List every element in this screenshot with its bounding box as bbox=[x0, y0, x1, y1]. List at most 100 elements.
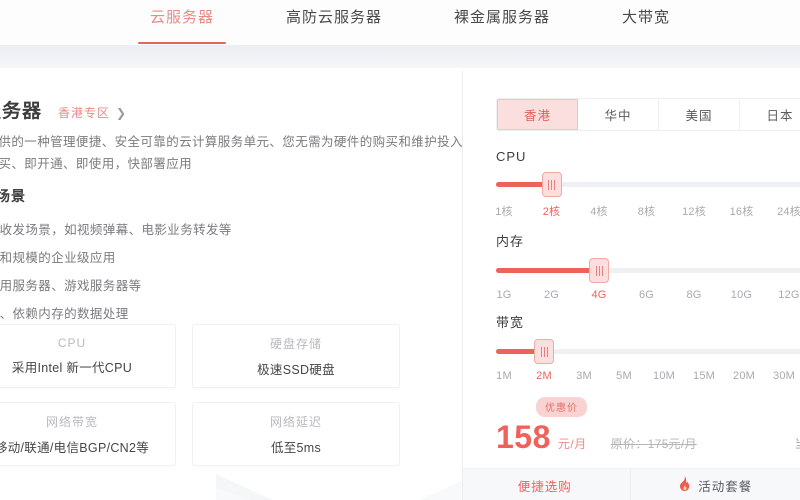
nav-tab-large-bandwidth[interactable]: 大带宽 bbox=[622, 6, 670, 39]
region-selector: 香港 华中 美国 日本 bbox=[496, 98, 800, 131]
scene-list: 高网络包收发场景，如视频弹幕、电影业务转发等 各种类型和规模的企业级应用 网站和… bbox=[0, 216, 462, 328]
memory-slider[interactable] bbox=[496, 258, 800, 283]
zone-link-label: 香港专区 bbox=[58, 106, 111, 120]
chevron-right-icon: ❯ bbox=[116, 105, 128, 120]
slider-fill bbox=[496, 268, 599, 273]
cpu-tick[interactable]: 12核 bbox=[682, 203, 706, 219]
bandwidth-tick[interactable]: 20M bbox=[733, 370, 755, 382]
cpu-tick[interactable]: 2核 bbox=[543, 203, 561, 219]
nav-tab-cloud-server[interactable]: 云服务器 bbox=[138, 6, 226, 44]
price-unit: 元/月 bbox=[557, 437, 587, 451]
feature-card-heading: CPU bbox=[57, 336, 87, 350]
slider-group-bandwidth: 带宽 1M2M3M5M10M15M20M30M50M100M bbox=[496, 312, 800, 388]
nav-tab-bare-metal-server[interactable]: 裸金属服务器 bbox=[454, 6, 550, 39]
feature-card-value: 移动/联通/电信BGP/CN2等 bbox=[0, 440, 150, 455]
tab-promo-package[interactable]: 活动套餐 bbox=[629, 469, 800, 500]
tab-label: 活动套餐 bbox=[698, 479, 753, 494]
list-item: 高网络包收发场景，如视频弹幕、电影业务转发等 bbox=[0, 223, 232, 237]
fire-icon bbox=[678, 476, 691, 494]
cpu-tick[interactable]: 8核 bbox=[638, 203, 656, 219]
memory-tick[interactable]: 10G bbox=[731, 289, 752, 301]
region-tab-label: 香港 bbox=[523, 109, 551, 123]
price-summary: 优惠价 158 元/月 原价：175元/月 当前配置 bbox=[496, 397, 800, 453]
original-price: 原价：175元/月 bbox=[610, 437, 697, 451]
feature-card-value: 采用Intel 新一代CPU bbox=[11, 361, 133, 375]
region-tab-label: 华中 bbox=[604, 109, 632, 123]
bandwidth-tick[interactable]: 2M bbox=[536, 370, 552, 382]
memory-tick[interactable]: 12G bbox=[778, 289, 799, 301]
bandwidth-tick[interactable]: 30M bbox=[773, 370, 795, 382]
product-info-panel: 云服务器 香港专区 ❯ 云服务器提供的一种管理便捷、安全可靠的云计算服务单元、您… bbox=[0, 69, 462, 500]
page-title: 云服务器 bbox=[0, 101, 43, 122]
memory-tick[interactable]: 1G bbox=[496, 289, 511, 301]
slider-group-memory: 内存 1G2G4G6G8G10G12G14G bbox=[496, 231, 800, 307]
cpu-tick[interactable]: 4核 bbox=[590, 203, 608, 219]
cpu-slider[interactable] bbox=[496, 172, 800, 197]
memory-tick[interactable]: 2G bbox=[544, 289, 559, 301]
product-description: 云服务器提供的一种管理便捷、安全可靠的云计算服务单元、您无需为硬件的购买和维护投… bbox=[0, 135, 462, 171]
bandwidth-tick[interactable]: 3M bbox=[576, 370, 592, 382]
slider-label: 带宽 bbox=[496, 315, 525, 330]
current-config-label: 当前配置 bbox=[795, 435, 800, 452]
feature-card-network-bandwidth: 网络带宽 移动/联通/电信BGP/CN2等 bbox=[0, 402, 176, 466]
nav-tab-label: 大带宽 bbox=[622, 9, 671, 26]
region-tab-usa[interactable]: 美国 bbox=[659, 99, 740, 130]
zone-link[interactable]: 香港专区 ❯ bbox=[58, 104, 127, 121]
memory-tick[interactable]: 4G bbox=[591, 289, 606, 301]
cpu-slider-handle[interactable] bbox=[541, 172, 562, 197]
bandwidth-tick[interactable]: 1M bbox=[496, 370, 512, 382]
top-navigation-bar: 云服务器 高防云服务器 裸金属服务器 大带宽 bbox=[0, 0, 800, 45]
bandwidth-slider[interactable] bbox=[496, 339, 800, 364]
main-content: 云服务器 香港专区 ❯ 云服务器提供的一种管理便捷、安全可靠的云计算服务单元、您… bbox=[0, 69, 800, 500]
nav-active-underline bbox=[138, 42, 226, 44]
memory-tick[interactable]: 6G bbox=[639, 289, 654, 301]
scene-heading: 应用场景 bbox=[0, 188, 26, 204]
feature-card-grid: CPU 采用Intel 新一代CPU 硬盘存储 极速SSD硬盘 网络带宽 移动/… bbox=[0, 324, 448, 466]
nav-item-list: 云服务器 高防云服务器 裸金属服务器 大带宽 bbox=[138, 6, 670, 44]
cpu-tick[interactable]: 16核 bbox=[730, 203, 754, 219]
list-item: 网站和应用服务器、游戏服务器等 bbox=[0, 279, 142, 293]
cpu-tick[interactable]: 1核 bbox=[495, 203, 513, 219]
region-tab-label: 日本 bbox=[766, 109, 794, 123]
nav-tab-label: 高防云服务器 bbox=[286, 9, 383, 26]
feature-card-network-latency: 网络延迟 低至5ms bbox=[192, 402, 400, 466]
bandwidth-tick[interactable]: 15M bbox=[693, 370, 715, 382]
feature-card-heading: 硬盘存储 bbox=[269, 336, 322, 351]
region-tab-hongkong[interactable]: 香港 bbox=[497, 99, 578, 130]
purchase-mode-tabs: 便捷选购 活动套餐 bbox=[463, 468, 800, 500]
bandwidth-tick[interactable]: 5M bbox=[616, 370, 632, 382]
decorative-chevron-graphic bbox=[216, 474, 462, 500]
price-amount: 158 bbox=[496, 419, 551, 455]
memory-slider-ticks: 1G2G4G6G8G10G12G14G bbox=[496, 289, 800, 307]
list-item: 各种类型和规模的企业级应用 bbox=[0, 251, 116, 265]
memory-tick[interactable]: 8G bbox=[686, 289, 701, 301]
feature-card-cpu: CPU 采用Intel 新一代CPU bbox=[0, 324, 176, 388]
region-tab-japan[interactable]: 日本 bbox=[740, 99, 800, 130]
nav-tab-label: 裸金属服务器 bbox=[454, 9, 551, 26]
nav-tab-ddos-cloud-server[interactable]: 高防云服务器 bbox=[286, 6, 382, 39]
nav-separator-band bbox=[0, 45, 800, 68]
bandwidth-slider-handle[interactable] bbox=[534, 339, 554, 364]
tab-label: 便捷选购 bbox=[517, 479, 572, 494]
slider-group-cpu: CPU 1核2核4核8核12核16核24核32核 bbox=[495, 149, 800, 221]
region-tab-label: 美国 bbox=[685, 109, 713, 123]
memory-slider-handle[interactable] bbox=[589, 258, 609, 283]
nav-tab-label: 云服务器 bbox=[150, 9, 215, 26]
bandwidth-tick[interactable]: 10M bbox=[653, 370, 675, 382]
cpu-tick[interactable]: 24核 bbox=[777, 203, 800, 219]
bandwidth-slider-ticks: 1M2M3M5M10M15M20M30M50M100M bbox=[496, 370, 800, 388]
product-title-row: 云服务器 香港专区 ❯ bbox=[0, 96, 127, 123]
feature-card-value: 极速SSD硬盘 bbox=[257, 362, 335, 377]
feature-card-heading: 网络带宽 bbox=[45, 414, 98, 429]
slider-label: 内存 bbox=[496, 234, 525, 249]
feature-card-heading: 网络延迟 bbox=[269, 414, 322, 429]
page-root: 云服务器 高防云服务器 裸金属服务器 大带宽 云服务器 香港专区 ❯ bbox=[0, 0, 800, 500]
feature-card-value: 低至5ms bbox=[270, 440, 322, 455]
configurator-panel: 香港 华中 美国 日本 CPU 1核 2核 4核 8核 12核 16核 24核 … bbox=[463, 69, 800, 500]
region-tab-central-china[interactable]: 华中 bbox=[578, 99, 659, 130]
feature-card-disk-storage: 硬盘存储 极速SSD硬盘 bbox=[192, 324, 400, 388]
slider-label: CPU bbox=[496, 149, 527, 164]
discount-badge: 优惠价 bbox=[536, 397, 587, 417]
price-row: 158 元/月 原价：175元/月 当前配置 bbox=[496, 421, 800, 453]
tab-quick-purchase[interactable]: 便捷选购 bbox=[463, 469, 630, 500]
